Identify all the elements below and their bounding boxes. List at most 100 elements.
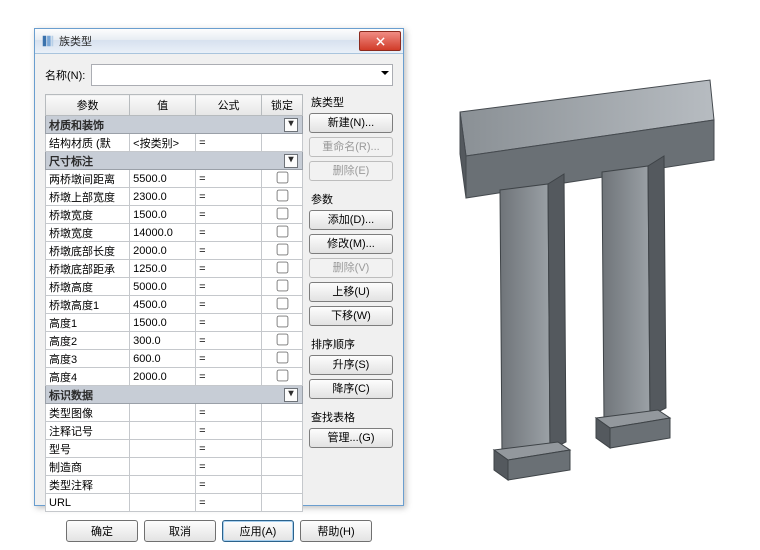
sort-desc-button[interactable]: 降序(C) xyxy=(309,379,393,399)
lock-cell[interactable] xyxy=(262,134,303,152)
cancel-button[interactable]: 取消 xyxy=(144,520,216,542)
lock-cell[interactable] xyxy=(262,188,303,206)
formula-cell[interactable]: = xyxy=(196,458,262,476)
param-cell[interactable]: 型号 xyxy=(46,440,130,458)
apply-button[interactable]: 应用(A) xyxy=(222,520,294,542)
value-cell[interactable]: <按类别> xyxy=(130,134,196,152)
table-row[interactable]: 高度11500.0= xyxy=(46,314,303,332)
table-row[interactable]: URL = xyxy=(46,494,303,512)
param-cell[interactable]: 高度1 xyxy=(46,314,130,332)
param-cell[interactable]: 桥墩宽度 xyxy=(46,224,130,242)
value-cell[interactable] xyxy=(130,422,196,440)
modify-param-button[interactable]: 修改(M)... xyxy=(309,234,393,254)
formula-cell[interactable]: = xyxy=(196,404,262,422)
lock-checkbox[interactable] xyxy=(276,171,288,183)
param-cell[interactable]: 类型图像 xyxy=(46,404,130,422)
lock-checkbox[interactable] xyxy=(276,315,288,327)
value-cell[interactable]: 1500.0 xyxy=(130,314,196,332)
param-cell[interactable]: 桥墩宽度 xyxy=(46,206,130,224)
lock-cell[interactable] xyxy=(262,296,303,314)
table-row[interactable]: 桥墩高度5000.0= xyxy=(46,278,303,296)
value-cell[interactable]: 14000.0 xyxy=(130,224,196,242)
table-row[interactable]: 类型图像 = xyxy=(46,404,303,422)
value-cell[interactable]: 2000.0 xyxy=(130,242,196,260)
group-row[interactable]: 材质和装饰▾ xyxy=(46,116,303,134)
col-value[interactable]: 值 xyxy=(130,95,196,116)
param-cell[interactable]: 结构材质 (默 xyxy=(46,134,130,152)
lock-cell[interactable] xyxy=(262,368,303,386)
lock-cell[interactable] xyxy=(262,458,303,476)
value-cell[interactable] xyxy=(130,458,196,476)
help-button[interactable]: 帮助(H) xyxy=(300,520,372,542)
formula-cell[interactable]: = xyxy=(196,278,262,296)
col-lock[interactable]: 锁定 xyxy=(262,95,303,116)
formula-cell[interactable]: = xyxy=(196,494,262,512)
table-row[interactable]: 型号 = xyxy=(46,440,303,458)
formula-cell[interactable]: = xyxy=(196,242,262,260)
value-cell[interactable]: 4500.0 xyxy=(130,296,196,314)
param-cell[interactable]: 桥墩高度1 xyxy=(46,296,130,314)
formula-cell[interactable]: = xyxy=(196,224,262,242)
lock-cell[interactable] xyxy=(262,242,303,260)
table-row[interactable]: 两桥墩间距离5500.0= xyxy=(46,170,303,188)
expander-icon[interactable]: ▾ xyxy=(284,154,298,168)
param-cell[interactable]: 桥墩底部距承 xyxy=(46,260,130,278)
table-row[interactable]: 高度2300.0= xyxy=(46,332,303,350)
table-row[interactable]: 结构材质 (默<按类别>= xyxy=(46,134,303,152)
lock-checkbox[interactable] xyxy=(276,369,288,381)
param-cell[interactable]: 类型注释 xyxy=(46,476,130,494)
formula-cell[interactable]: = xyxy=(196,476,262,494)
param-cell[interactable]: 桥墩上部宽度 xyxy=(46,188,130,206)
lock-cell[interactable] xyxy=(262,494,303,512)
lock-checkbox[interactable] xyxy=(276,207,288,219)
move-down-button[interactable]: 下移(W) xyxy=(309,306,393,326)
group-row[interactable]: 尺寸标注▾ xyxy=(46,152,303,170)
table-row[interactable]: 桥墩底部长度2000.0= xyxy=(46,242,303,260)
col-param[interactable]: 参数 xyxy=(46,95,130,116)
lock-checkbox[interactable] xyxy=(276,333,288,345)
lock-cell[interactable] xyxy=(262,332,303,350)
value-cell[interactable]: 1500.0 xyxy=(130,206,196,224)
param-cell[interactable]: 高度4 xyxy=(46,368,130,386)
formula-cell[interactable]: = xyxy=(196,332,262,350)
lock-checkbox[interactable] xyxy=(276,261,288,273)
name-select[interactable] xyxy=(91,64,393,86)
param-cell[interactable]: 桥墩高度 xyxy=(46,278,130,296)
formula-cell[interactable]: = xyxy=(196,350,262,368)
value-cell[interactable]: 600.0 xyxy=(130,350,196,368)
formula-cell[interactable]: = xyxy=(196,296,262,314)
group-row[interactable]: 标识数据▾ xyxy=(46,386,303,404)
add-param-button[interactable]: 添加(D)... xyxy=(309,210,393,230)
move-up-button[interactable]: 上移(U) xyxy=(309,282,393,302)
table-row[interactable]: 注释记号 = xyxy=(46,422,303,440)
lock-cell[interactable] xyxy=(262,278,303,296)
sort-asc-button[interactable]: 升序(S) xyxy=(309,355,393,375)
formula-cell[interactable]: = xyxy=(196,422,262,440)
lock-checkbox[interactable] xyxy=(276,243,288,255)
expander-icon[interactable]: ▾ xyxy=(284,388,298,402)
table-row[interactable]: 桥墩底部距承1250.0= xyxy=(46,260,303,278)
table-row[interactable]: 高度42000.0= xyxy=(46,368,303,386)
titlebar[interactable]: 族类型 xyxy=(35,29,403,54)
formula-cell[interactable]: = xyxy=(196,368,262,386)
formula-cell[interactable]: = xyxy=(196,440,262,458)
lock-cell[interactable] xyxy=(262,476,303,494)
lock-checkbox[interactable] xyxy=(276,189,288,201)
param-cell[interactable]: 两桥墩间距离 xyxy=(46,170,130,188)
value-cell[interactable]: 1250.0 xyxy=(130,260,196,278)
lock-cell[interactable] xyxy=(262,440,303,458)
param-cell[interactable]: URL xyxy=(46,494,130,512)
lock-cell[interactable] xyxy=(262,260,303,278)
lock-cell[interactable] xyxy=(262,170,303,188)
formula-cell[interactable]: = xyxy=(196,206,262,224)
param-cell[interactable]: 桥墩底部长度 xyxy=(46,242,130,260)
formula-cell[interactable]: = xyxy=(196,314,262,332)
lock-checkbox[interactable] xyxy=(276,351,288,363)
value-cell[interactable]: 300.0 xyxy=(130,332,196,350)
lock-cell[interactable] xyxy=(262,224,303,242)
param-cell[interactable]: 注释记号 xyxy=(46,422,130,440)
value-cell[interactable] xyxy=(130,404,196,422)
table-row[interactable]: 类型注释 = xyxy=(46,476,303,494)
value-cell[interactable]: 5500.0 xyxy=(130,170,196,188)
manage-lookup-button[interactable]: 管理...(G) xyxy=(309,428,393,448)
